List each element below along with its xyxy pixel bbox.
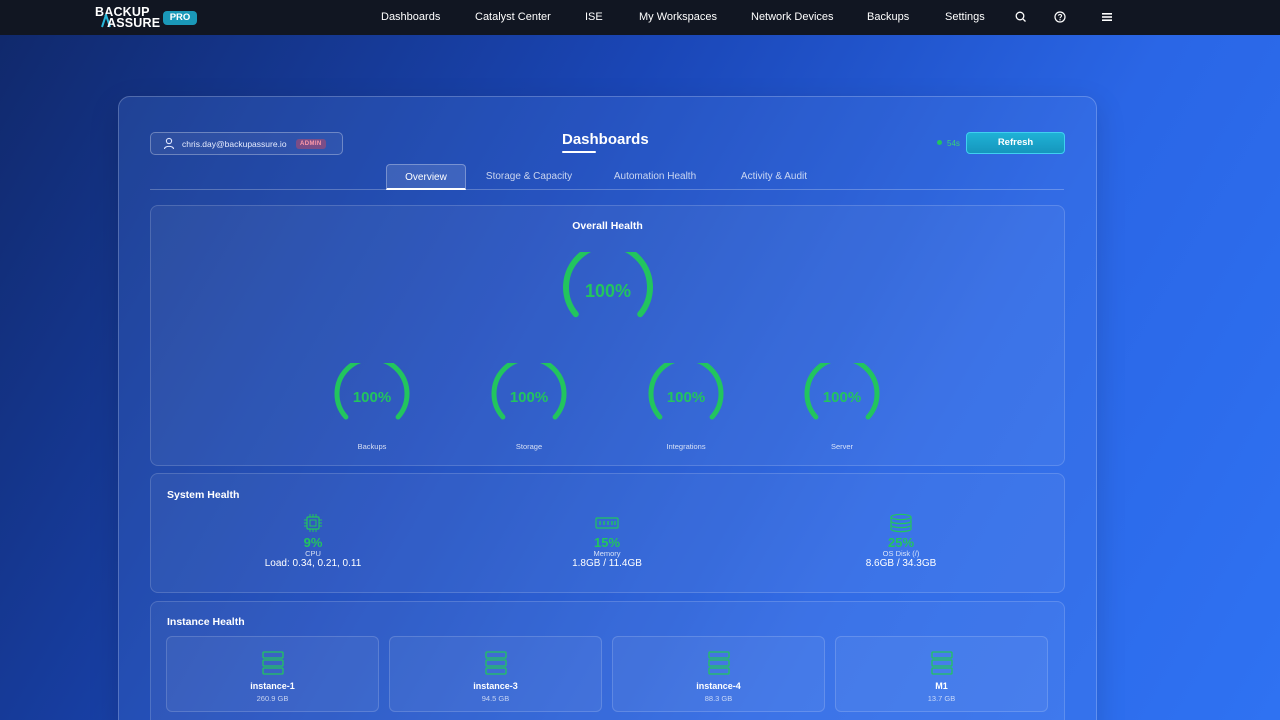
disk-label: OS Disk (/) [882, 549, 920, 558]
server-icon [262, 651, 284, 675]
storage-gauge-value: 100% [509, 389, 549, 406]
role-badge: ADMIN [296, 139, 326, 149]
nav-my-workspaces[interactable]: My Workspaces [639, 11, 717, 23]
backups-gauge-label: Backups [357, 442, 387, 451]
instance-size: 94.5 GB [481, 694, 510, 703]
help-icon[interactable] [1053, 10, 1067, 24]
integrations-gauge-value: 100% [666, 389, 706, 406]
nav-dashboards[interactable]: Dashboards [381, 11, 440, 23]
tab-activity-audit[interactable]: Activity & Audit [728, 164, 820, 190]
overall-health-panel: Overall Health [150, 205, 1065, 466]
instance-name: instance-4 [696, 681, 741, 691]
instance-card[interactable]: instance-1 260.9 GB [166, 636, 379, 712]
nav-settings[interactable]: Settings [945, 11, 985, 23]
refresh-timer: 54s [947, 139, 960, 148]
disk-icon [890, 513, 912, 533]
instance-card[interactable]: M1 13.7 GB [835, 636, 1048, 712]
instance-size: 88.3 GB [704, 694, 733, 703]
instance-size: 13.7 GB [927, 694, 956, 703]
main-nav: Dashboards Catalyst Center ISE My Worksp… [0, 0, 1280, 35]
page-title: Dashboards [562, 131, 649, 148]
server-gauge-label: Server [830, 442, 854, 451]
nav-backups[interactable]: Backups [867, 11, 909, 23]
instance-card[interactable]: instance-3 94.5 GB [389, 636, 602, 712]
instance-size: 260.9 GB [256, 694, 289, 703]
overall-health-gauge: 100% [560, 252, 656, 332]
instance-name: instance-1 [250, 681, 295, 691]
refresh-button[interactable]: Refresh [966, 132, 1065, 154]
instance-name: instance-3 [473, 681, 518, 691]
disk-metric: 25% OS Disk (/) 8.6GB / 34.3GB [801, 513, 1001, 569]
live-status-dot [937, 140, 942, 145]
memory-label: Memory [593, 549, 621, 558]
cpu-label: CPU [305, 549, 321, 558]
storage-gauge: 100% [489, 363, 569, 429]
disk-percent: 25% [887, 535, 915, 550]
nav-ise[interactable]: ISE [585, 11, 603, 23]
tab-overview[interactable]: Overview [386, 164, 466, 190]
backups-gauge-value: 100% [352, 389, 392, 406]
memory-metric: 15% Memory 1.8GB / 11.4GB [507, 513, 707, 569]
nav-network-devices[interactable]: Network Devices [751, 11, 834, 23]
storage-gauge-label: Storage [515, 442, 543, 451]
title-underline [562, 151, 596, 153]
server-icon [931, 651, 953, 675]
instance-card[interactable]: instance-4 88.3 GB [612, 636, 825, 712]
cpu-percent: 9% [303, 535, 323, 550]
user-badge[interactable]: chris.day@backupassure.io ADMIN [150, 132, 343, 155]
system-health-title: System Health [167, 489, 240, 501]
backups-gauge: 100% [332, 363, 412, 429]
integrations-gauge: 100% [646, 363, 726, 429]
disk-usage: 8.6GB / 34.3GB [865, 558, 937, 569]
server-icon [708, 651, 730, 675]
search-icon[interactable] [1014, 10, 1028, 24]
memory-percent: 15% [593, 535, 621, 550]
nav-catalyst-center[interactable]: Catalyst Center [475, 11, 551, 23]
server-gauge: 100% [802, 363, 882, 429]
cpu-metric: 9% CPU Load: 0.34, 0.21, 0.11 [213, 513, 413, 569]
dashboard-tabs: Overview Storage & Capacity Automation H… [150, 164, 1064, 190]
memory-icon [595, 517, 619, 529]
memory-usage: 1.8GB / 11.4GB [572, 558, 642, 569]
user-icon [163, 137, 175, 150]
menu-icon[interactable] [1100, 10, 1114, 24]
overall-health-value: 100% [584, 281, 632, 301]
top-navbar: BACKUP ASSURE PRO Dashboards Catalyst Ce… [0, 0, 1280, 35]
integrations-gauge-label: Integrations [666, 442, 706, 451]
tab-automation-health[interactable]: Automation Health [598, 164, 712, 190]
server-gauge-value: 100% [822, 389, 862, 406]
overall-health-title: Overall Health [572, 220, 643, 232]
cpu-icon [304, 514, 322, 532]
cpu-load: Load: 0.34, 0.21, 0.11 [264, 558, 362, 569]
server-icon [485, 651, 507, 675]
instance-health-title: Instance Health [167, 616, 245, 628]
tab-storage-capacity[interactable]: Storage & Capacity [470, 164, 588, 190]
instance-name: M1 [935, 681, 948, 691]
user-email: chris.day@backupassure.io [182, 139, 287, 149]
